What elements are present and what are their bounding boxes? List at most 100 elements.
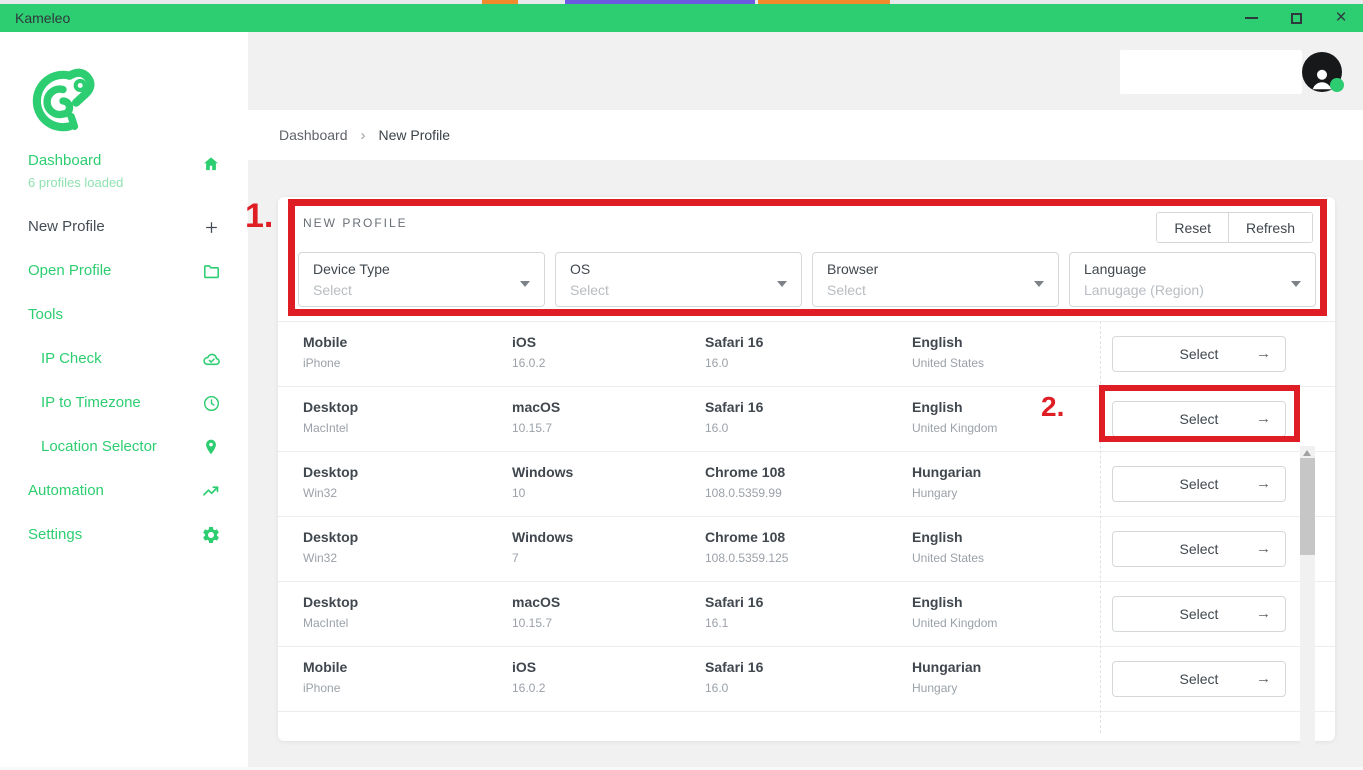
- cell-subvalue: 16.1: [705, 616, 763, 630]
- chevron-down-icon: [1034, 281, 1044, 287]
- card-title: NEW PROFILE: [303, 216, 408, 230]
- arrow-right-icon: →: [1256, 670, 1271, 687]
- cell-subvalue: Win32: [303, 486, 358, 500]
- window-titlebar[interactable]: Kameleo ×: [0, 4, 1363, 32]
- trending-up-icon: [200, 480, 222, 502]
- sidebar-item-label: New Profile: [28, 217, 105, 237]
- sidebar-item-label: IP to Timezone: [41, 393, 141, 413]
- search-input[interactable]: [1120, 50, 1302, 94]
- cell-value: English: [912, 334, 984, 350]
- cell-value: iOS: [512, 334, 545, 350]
- table-scrollbar[interactable]: [1300, 446, 1315, 770]
- select-button-label: Select: [1180, 541, 1219, 557]
- filter-os[interactable]: OS Select: [555, 252, 802, 307]
- cell-subvalue: Hungary: [912, 486, 981, 500]
- cell-value: Hungarian: [912, 464, 981, 480]
- browser-cell: Chrome 108108.0.5359.125: [705, 529, 788, 565]
- select-button[interactable]: Select→: [1112, 531, 1286, 567]
- browser-cell: Safari 16 16.0: [705, 399, 763, 435]
- folder-icon: [200, 260, 222, 282]
- sidebar-item-automation[interactable]: Automation: [0, 469, 248, 513]
- filter-placeholder: Select: [827, 282, 1044, 298]
- chevron-down-icon: [1291, 281, 1301, 287]
- language-cell: HungarianHungary: [912, 659, 981, 695]
- sidebar-item-tools[interactable]: Tools: [0, 293, 248, 337]
- os-cell: iOS16.0.2: [512, 334, 545, 370]
- device-cell: Desktop Win32: [303, 464, 358, 500]
- sidebar-item-subtitle: 6 profiles loaded: [28, 175, 123, 190]
- filter-label: OS: [570, 261, 787, 277]
- select-button[interactable]: Select→: [1112, 596, 1286, 632]
- button-column-divider: [1100, 321, 1101, 733]
- scroll-up-icon[interactable]: [1303, 450, 1311, 456]
- cell-subvalue: United Kingdom: [912, 616, 997, 630]
- sidebar-item-label: Tools: [28, 305, 63, 325]
- os-cell: iOS16.0.2: [512, 659, 545, 695]
- kameleo-window: Kameleo × Dashboard6 profiles loadedNew …: [0, 0, 1363, 770]
- filter-placeholder: Lanugage (Region): [1084, 282, 1301, 298]
- cell-subvalue: iPhone: [303, 681, 347, 695]
- cell-value: Chrome 108: [705, 464, 785, 480]
- select-button[interactable]: Select→: [1112, 466, 1286, 502]
- location-pin-icon: [200, 436, 222, 458]
- language-cell: English United States: [912, 529, 984, 565]
- select-button-label: Select: [1180, 606, 1219, 622]
- sidebar-item-ip-to-timezone[interactable]: IP to Timezone: [0, 381, 248, 425]
- device-cell: Desktop Win32: [303, 529, 358, 565]
- filter-device-type[interactable]: Device Type Select: [298, 252, 545, 307]
- minimize-button[interactable]: [1244, 11, 1258, 25]
- cell-subvalue: MacIntel: [303, 616, 358, 630]
- select-button[interactable]: Select →: [1112, 661, 1286, 697]
- breadcrumb: Dashboard › New Profile: [248, 110, 1363, 160]
- online-status-dot: [1330, 78, 1344, 92]
- cell-subvalue: 10.15.7: [512, 421, 560, 435]
- cell-subvalue: Hungary: [912, 681, 981, 695]
- sidebar-item-settings[interactable]: Settings: [0, 513, 248, 557]
- cell-value: Desktop: [303, 529, 358, 545]
- device-cell: MobileiPhone: [303, 659, 347, 695]
- profiles-table: MobileiPhoneiOS16.0.2Safari 1616.0Englis…: [278, 321, 1335, 741]
- sidebar-item-label: Settings: [28, 525, 82, 545]
- cell-subvalue: United States: [912, 551, 984, 565]
- filter-language[interactable]: Language Lanugage (Region): [1069, 252, 1316, 307]
- select-button[interactable]: Select →: [1112, 336, 1286, 372]
- kameleo-logo: [22, 65, 104, 137]
- cell-subvalue: 16.0.2: [512, 681, 545, 695]
- cell-value: Windows: [512, 464, 573, 480]
- main-area: Dashboard › New Profile NEW PROFILE Rese…: [248, 32, 1363, 770]
- sidebar-item-new-profile[interactable]: New Profile: [0, 205, 248, 249]
- cell-subvalue: 108.0.5359.125: [705, 551, 788, 565]
- sidebar-item-open-profile[interactable]: Open Profile: [0, 249, 248, 293]
- select-button-label: Select: [1180, 671, 1219, 687]
- cell-subvalue: 108.0.5359.99: [705, 486, 785, 500]
- select-button-label: Select: [1180, 476, 1219, 492]
- maximize-button[interactable]: [1289, 11, 1303, 25]
- cell-subvalue: United States: [912, 356, 984, 370]
- sidebar-item-ip-check[interactable]: IP Check: [0, 337, 248, 381]
- sidebar-item-dashboard[interactable]: Dashboard6 profiles loaded: [0, 147, 248, 205]
- profile-row: MobileiPhoneiOS16.0.2Safari 1616.0Englis…: [278, 322, 1335, 387]
- arrow-right-icon: →: [1256, 345, 1271, 362]
- filter-browser[interactable]: Browser Select: [812, 252, 1059, 307]
- clock-icon: [200, 392, 222, 414]
- reset-button[interactable]: Reset: [1157, 213, 1228, 242]
- scrollbar-thumb[interactable]: [1300, 458, 1315, 555]
- cell-value: English: [912, 529, 984, 545]
- cell-value: Safari 16: [705, 399, 763, 415]
- breadcrumb-dashboard[interactable]: Dashboard: [279, 127, 348, 143]
- sidebar-item-location-selector[interactable]: Location Selector: [0, 425, 248, 469]
- cell-subvalue: 10.15.7: [512, 616, 560, 630]
- select-button-label: Select: [1180, 346, 1219, 362]
- select-button[interactable]: Select→: [1112, 401, 1286, 437]
- new-profile-card: NEW PROFILE Reset Refresh Device Type Se…: [278, 197, 1335, 741]
- device-cell: Desktop MacIntel: [303, 594, 358, 630]
- profile-row: DesktopMacIntelmacOS10.15.7Safari 1616.1…: [278, 582, 1335, 647]
- cell-subvalue: 16.0: [705, 421, 763, 435]
- close-button[interactable]: ×: [1334, 11, 1348, 25]
- cell-value: Desktop: [303, 464, 358, 480]
- os-cell: macOS10.15.7: [512, 399, 560, 435]
- refresh-button[interactable]: Refresh: [1228, 213, 1312, 242]
- cell-subvalue: Win32: [303, 551, 358, 565]
- avatar[interactable]: [1302, 52, 1342, 92]
- cell-value: Desktop: [303, 594, 358, 610]
